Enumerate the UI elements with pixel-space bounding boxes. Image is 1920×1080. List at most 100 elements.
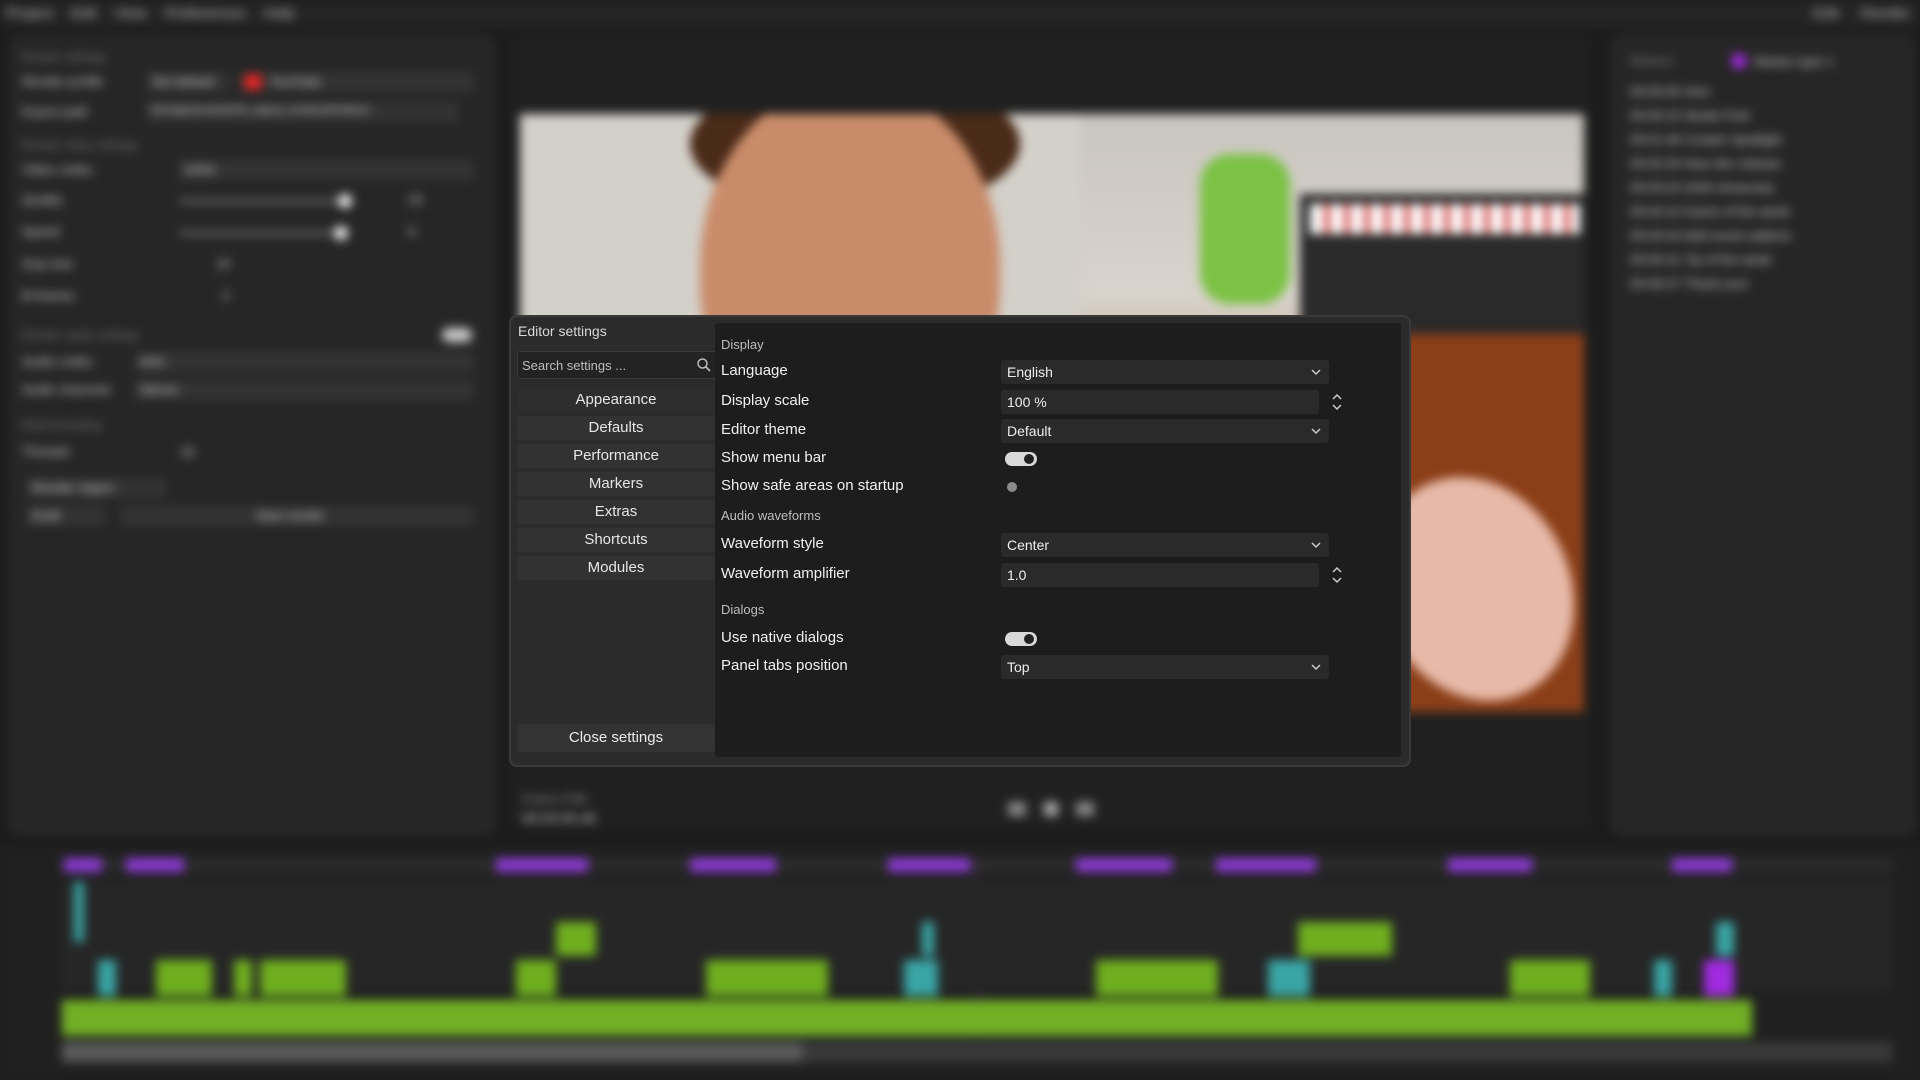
video-codec-select[interactable]: H264 — [184, 162, 215, 177]
nav-modules[interactable]: Modules — [517, 556, 715, 580]
clip[interactable] — [904, 960, 938, 996]
timeline-marker[interactable] — [64, 858, 102, 872]
menu-project[interactable]: Project — [6, 0, 53, 28]
clip[interactable] — [1298, 922, 1392, 956]
export-path-field[interactable]: /storage/youtube/04_signal_rendered/vide… — [150, 104, 370, 116]
quality-value[interactable]: 23 — [408, 192, 422, 207]
section-waveforms-title: Audio waveforms — [721, 508, 821, 523]
marker-item[interactable]: 00:04:44 Add scene addons — [1630, 228, 1791, 243]
marker-item[interactable]: 00:01:46 Creator Spotlight — [1630, 132, 1782, 147]
quality-slider[interactable] — [338, 194, 352, 208]
clip[interactable] — [1268, 960, 1310, 996]
panel-tabs-position-select[interactable]: Top — [1001, 655, 1329, 679]
timeline-marker[interactable] — [496, 858, 588, 872]
bframes-value[interactable]: 2 — [222, 288, 229, 303]
nav-appearance[interactable]: Appearance — [517, 388, 715, 412]
close-settings-button[interactable]: Close settings — [517, 724, 715, 752]
set-default-button[interactable]: Set default — [152, 74, 214, 89]
clip[interactable] — [98, 960, 116, 996]
nav-performance[interactable]: Performance — [517, 444, 715, 468]
nav-markers[interactable]: Markers — [517, 472, 715, 496]
nav-shortcuts[interactable]: Shortcuts — [517, 528, 715, 552]
timeline-marker[interactable] — [1672, 858, 1732, 872]
menu-help[interactable]: Help — [264, 0, 295, 28]
show-safe-areas-toggle[interactable] — [1005, 480, 1037, 494]
show-safe-areas-label: Show safe areas on startup — [721, 477, 904, 494]
clip[interactable] — [234, 960, 252, 996]
editor-theme-select[interactable]: Default — [1001, 419, 1329, 443]
use-native-dialogs-toggle[interactable] — [1005, 632, 1037, 646]
render-profile-select[interactable]: YouTube — [270, 74, 321, 89]
marker-color-swatch[interactable] — [1732, 54, 1746, 68]
show-menu-bar-toggle[interactable] — [1005, 452, 1037, 466]
marker-item[interactable]: 00:00:00 Intro — [1630, 84, 1710, 99]
language-select[interactable]: English — [1001, 360, 1329, 384]
waveform-style-value: Center — [1007, 537, 1050, 553]
timeline-marker[interactable] — [888, 858, 970, 872]
search-settings-box[interactable] — [517, 351, 717, 379]
search-icon[interactable] — [696, 357, 712, 373]
search-settings-input[interactable] — [518, 352, 692, 378]
audio-codec-select[interactable]: AAC — [140, 354, 167, 369]
clip[interactable] — [1716, 922, 1734, 956]
marker-item[interactable]: 00:04:10 Game of the week — [1630, 204, 1790, 219]
timeline-marker[interactable] — [1076, 858, 1172, 872]
marker-item[interactable]: 00:00:15 Studio Feel — [1630, 108, 1750, 123]
timeline[interactable] — [0, 846, 1920, 1080]
waveform-amplifier-spinbox[interactable]: 1.0 — [1001, 563, 1319, 587]
marker-item[interactable]: 00:06:27 Thank you! — [1630, 276, 1748, 291]
clip[interactable] — [922, 922, 934, 956]
timeline-marker[interactable] — [1448, 858, 1532, 872]
timeline-marker[interactable] — [690, 858, 776, 872]
dialog-title: Editor settings — [518, 323, 607, 339]
speed-slider[interactable] — [334, 226, 348, 240]
clip[interactable] — [706, 960, 828, 996]
speed-label: Speed — [22, 224, 60, 239]
clip[interactable] — [556, 922, 596, 956]
timeline-marker[interactable] — [1216, 858, 1316, 872]
clip[interactable] — [516, 960, 556, 996]
clip[interactable] — [1704, 960, 1734, 996]
chevron-down-icon — [1311, 664, 1321, 671]
audio-toggle[interactable] — [442, 328, 472, 342]
play-icon[interactable] — [1044, 802, 1058, 816]
menu-view[interactable]: View — [115, 0, 147, 28]
gop-size-value[interactable]: 10 — [216, 256, 230, 271]
audio-channels-select[interactable]: Stereo — [140, 382, 178, 397]
timeline-ruler[interactable] — [62, 858, 1892, 872]
audio-track[interactable] — [62, 1000, 1752, 1036]
start-render-button[interactable]: Start render — [256, 508, 325, 523]
menu-preferences[interactable]: Preferences — [165, 0, 246, 28]
clip[interactable] — [1654, 960, 1672, 996]
skip-back-icon[interactable] — [1008, 802, 1026, 816]
spin-arrows-icon[interactable] — [1331, 565, 1343, 585]
audio-channels-label: Audio channels — [22, 382, 111, 397]
menu-edit[interactable]: Edit — [71, 0, 97, 28]
clip[interactable] — [156, 960, 212, 996]
marker-item[interactable]: 00:02:34 New dev release — [1630, 156, 1781, 171]
spin-arrows-icon[interactable] — [1331, 392, 1343, 412]
display-scale-spinbox[interactable]: 100 % — [1001, 390, 1319, 414]
threads-value[interactable]: 16 — [180, 444, 194, 459]
timeline-scroll-thumb[interactable] — [62, 1042, 802, 1062]
clip[interactable] — [1510, 960, 1590, 996]
nav-defaults[interactable]: Defaults — [517, 416, 715, 440]
render-region-select[interactable]: Render region — [32, 480, 114, 495]
waveform-style-select[interactable]: Center — [1001, 533, 1329, 557]
marker-item[interactable]: 00:05:41 Tip of the week — [1630, 252, 1772, 267]
workspace-render[interactable]: Render — [1861, 0, 1910, 28]
workspace-edit[interactable]: Edit — [1813, 0, 1839, 28]
timeline-marker[interactable] — [126, 858, 184, 872]
marker-item[interactable]: 00:03:24 2026 showcase — [1630, 180, 1775, 195]
chevron-down-icon — [1311, 369, 1321, 376]
chevron-down-icon — [1311, 542, 1321, 549]
draft-select[interactable]: Draft — [32, 508, 60, 523]
marker-type-select[interactable]: Marker type 1 — [1754, 54, 1833, 69]
clip[interactable] — [1096, 960, 1218, 996]
skip-forward-icon[interactable] — [1076, 802, 1094, 816]
video-settings-header: Render video settings — [22, 138, 139, 152]
speed-value[interactable]: 6 — [408, 224, 415, 239]
clip[interactable] — [260, 960, 346, 996]
nav-extras[interactable]: Extras — [517, 500, 715, 524]
clip[interactable] — [74, 882, 84, 942]
